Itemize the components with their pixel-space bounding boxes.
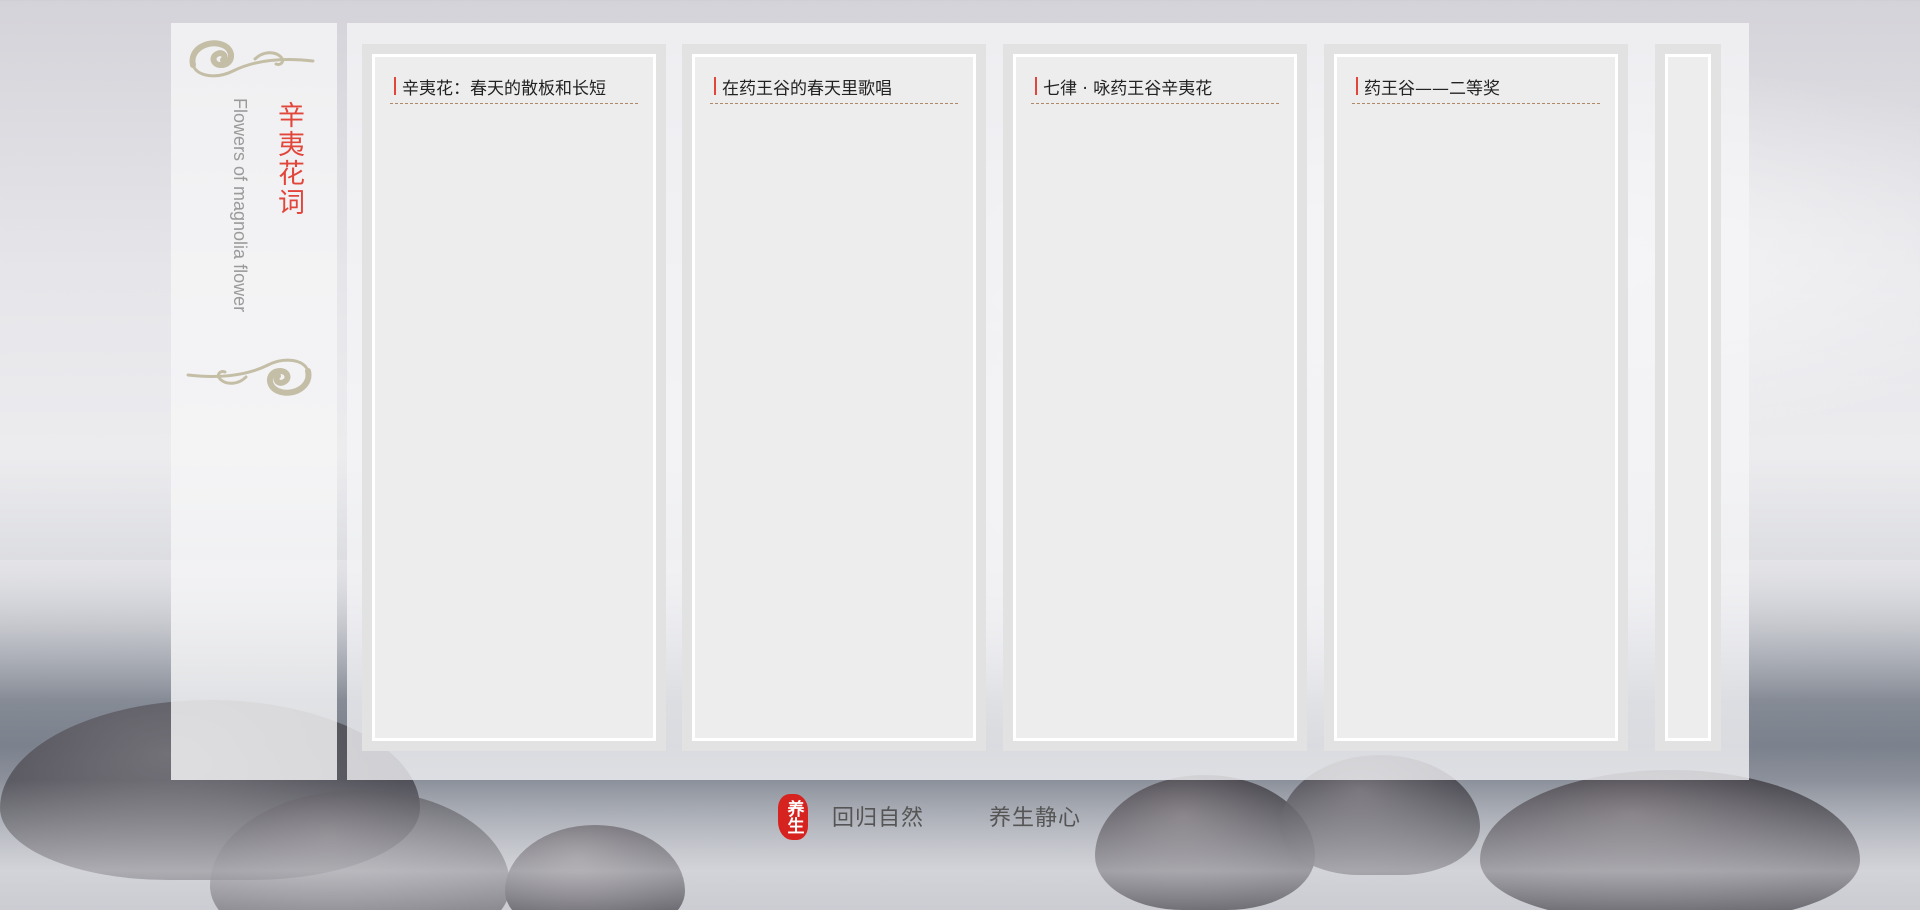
title-accent-bar — [714, 77, 716, 95]
poem-card[interactable]: 七律 · 咏药王谷辛夷花 — [1003, 44, 1307, 751]
title-accent-bar — [1356, 77, 1358, 95]
poem-card[interactable]: 辛夷花：春天的散板和长短 — [362, 44, 666, 751]
poem-card[interactable]: 在药王谷的春天里歌唱 — [682, 44, 986, 751]
poem-card-header[interactable]: 在药王谷的春天里歌唱 — [710, 69, 958, 104]
poem-card-partial[interactable] — [1655, 44, 1721, 751]
auspicious-cloud-icon — [186, 358, 312, 396]
poem-card-body: 在药王谷的春天里歌唱 — [692, 54, 976, 741]
poem-card-header[interactable]: 辛夷花：春天的散板和长短 — [390, 69, 638, 104]
sidebar-chinese-title: 辛夷花词 — [273, 101, 304, 217]
poem-card-body: 辛夷花：春天的散板和长短 — [372, 54, 656, 741]
seal-stamp-icon: 养生 — [778, 794, 808, 840]
poem-card-body: 药王谷——二等奖 — [1334, 54, 1618, 741]
poem-card[interactable]: 药王谷——二等奖 — [1324, 44, 1628, 751]
title-accent-bar — [394, 77, 396, 95]
poem-card-title[interactable]: 药王谷——二等奖 — [1364, 74, 1500, 99]
poem-card-header[interactable]: 七律 · 咏药王谷辛夷花 — [1031, 69, 1279, 104]
footer-nav: 养生 回归自然 养生静心 — [0, 790, 1920, 850]
poem-card-body — [1665, 54, 1711, 741]
title-accent-bar — [1035, 77, 1037, 95]
sidebar-english-title: Flowers of magnolia flower — [230, 98, 250, 313]
poem-card-body: 七律 · 咏药王谷辛夷花 — [1013, 54, 1297, 741]
footer-link-return-to-nature[interactable]: 回归自然 — [832, 800, 924, 832]
poem-card-title[interactable]: 在药王谷的春天里歌唱 — [722, 74, 892, 99]
poem-card-title[interactable]: 辛夷花：春天的散板和长短 — [402, 74, 606, 99]
auspicious-cloud-icon — [189, 40, 315, 78]
main-panel: 辛夷花：春天的散板和长短 在药王谷的春天里歌唱 七律 · 咏药王谷辛夷花 药王谷… — [347, 23, 1749, 780]
sidebar-panel: 辛夷花词 Flowers of magnolia flower — [171, 23, 337, 780]
footer-link-health-calm[interactable]: 养生静心 — [989, 800, 1081, 832]
poem-card-title[interactable]: 七律 · 咏药王谷辛夷花 — [1043, 74, 1212, 99]
poem-card-header[interactable]: 药王谷——二等奖 — [1352, 69, 1600, 104]
